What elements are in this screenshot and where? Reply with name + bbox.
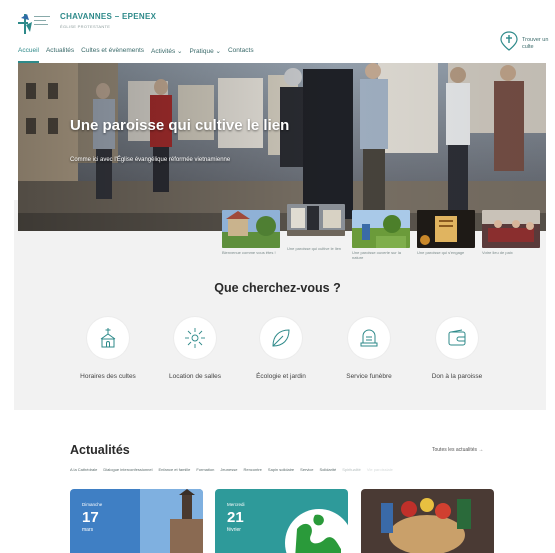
sun-burst-icon [185, 328, 205, 348]
hero-title: Une paroisse qui cultive le lien [70, 117, 290, 134]
category-filter[interactable]: Dialogue interconfessionnel [103, 467, 152, 472]
news-heading: Actualités [70, 443, 130, 457]
thumbnail-nature[interactable] [352, 210, 410, 248]
find-service-link[interactable]: Trouver un culte [522, 37, 554, 51]
nav-item-actualites[interactable]: Actualités [46, 47, 74, 55]
thumbnail-caption: Une paroisse qui cultive le lien [287, 246, 342, 251]
quicklink-ecologie[interactable]: Écologie et jardin [236, 317, 326, 380]
hero-banner [18, 63, 546, 231]
quicklink-location[interactable]: Location de salles [150, 317, 240, 380]
news-card[interactable] [361, 489, 494, 553]
category-filter[interactable]: Vie paroissiale [367, 467, 393, 472]
category-filter[interactable]: A la Cathédrale [70, 467, 97, 472]
news-card-date: 17 [82, 509, 99, 526]
quicklink-label: Horaires des cultes [80, 373, 136, 380]
news-card[interactable]: Dimanche 17 mars [70, 489, 203, 553]
church-logo-icon[interactable] [18, 12, 52, 36]
nav-item-cultes[interactable]: Cultes et évènements [81, 47, 144, 55]
quicklink-label: Location de salles [168, 373, 222, 380]
thumbnail-lien[interactable] [287, 204, 345, 236]
bell-icon [360, 329, 378, 347]
search-heading: Que cherchez-vous ? [214, 281, 341, 295]
thumbnail-caption: Votre lieu de paix [482, 250, 513, 255]
leaf-icon [272, 329, 290, 347]
hero-subtitle: Comme ici avec l'Église évangélique réfo… [70, 157, 231, 163]
category-filter[interactable]: Service [300, 467, 313, 472]
quicklink-funebre[interactable]: Service funèbre [324, 317, 414, 380]
all-news-link[interactable]: Toutes les actualités → [432, 447, 483, 453]
category-filter[interactable]: Formation [196, 467, 214, 472]
thumbnail-paix[interactable] [482, 210, 540, 248]
main-nav: Accueil Actualités Cultes et évènements … [18, 47, 254, 63]
nav-item-accueil[interactable]: Accueil [18, 47, 39, 63]
news-category-filters: A la Cathédrale Dialogue interconfession… [70, 467, 393, 472]
wallet-icon [448, 329, 466, 346]
quicklink-label: Don à la paroisse [431, 373, 483, 380]
site-header: CHAVANNES – EPENEX ÉGLISE PROTESTANTE Ac… [0, 0, 555, 64]
map-pin-icon[interactable] [498, 30, 520, 52]
news-card-image [361, 489, 494, 553]
site-title[interactable]: CHAVANNES – EPENEX [60, 12, 156, 21]
hero-photo [18, 63, 546, 231]
thumbnail-caption: Une paroisse ouverte sur la nature [352, 250, 401, 260]
thumbnail-bienvenue[interactable] [222, 210, 280, 248]
quicklink-horaires[interactable]: Horaires des cultes [63, 317, 153, 380]
site-subtitle: ÉGLISE PROTESTANTE [60, 24, 111, 29]
category-filter[interactable]: Sapin solidaire [268, 467, 294, 472]
quicklink-label: Service funèbre [346, 373, 392, 380]
news-card-day: Mercredi [227, 502, 245, 507]
quicklink-don[interactable]: Don à la paroisse [412, 317, 502, 380]
category-filter[interactable]: Rencontre [243, 467, 261, 472]
news-card-month: février [227, 527, 241, 533]
church-icon [100, 328, 116, 348]
category-filter[interactable]: Spiritualité [342, 467, 361, 472]
quicklink-label: Écologie et jardin [256, 373, 306, 380]
category-filter[interactable]: Jeunesse [220, 467, 237, 472]
news-card-date: 21 [227, 509, 244, 526]
nav-item-contacts[interactable]: Contacts [228, 47, 254, 55]
nav-item-pratique[interactable]: Pratique ⌄ [189, 47, 220, 55]
news-card-month: mars [82, 527, 94, 533]
thumbnail-engage[interactable] [417, 210, 475, 248]
news-card-day: Dimanche [82, 502, 103, 507]
nav-item-activites[interactable]: Activités ⌄ [151, 47, 182, 55]
thumbnail-caption: Bienvenue comme vous êtes ! [222, 250, 276, 255]
category-filter[interactable]: Enfance et famille [159, 467, 191, 472]
thumbnail-caption: Une paroisse qui s'engage [417, 250, 465, 255]
news-card[interactable]: Mercredi 21 février [215, 489, 348, 553]
category-filter[interactable]: Solidarité [320, 467, 337, 472]
